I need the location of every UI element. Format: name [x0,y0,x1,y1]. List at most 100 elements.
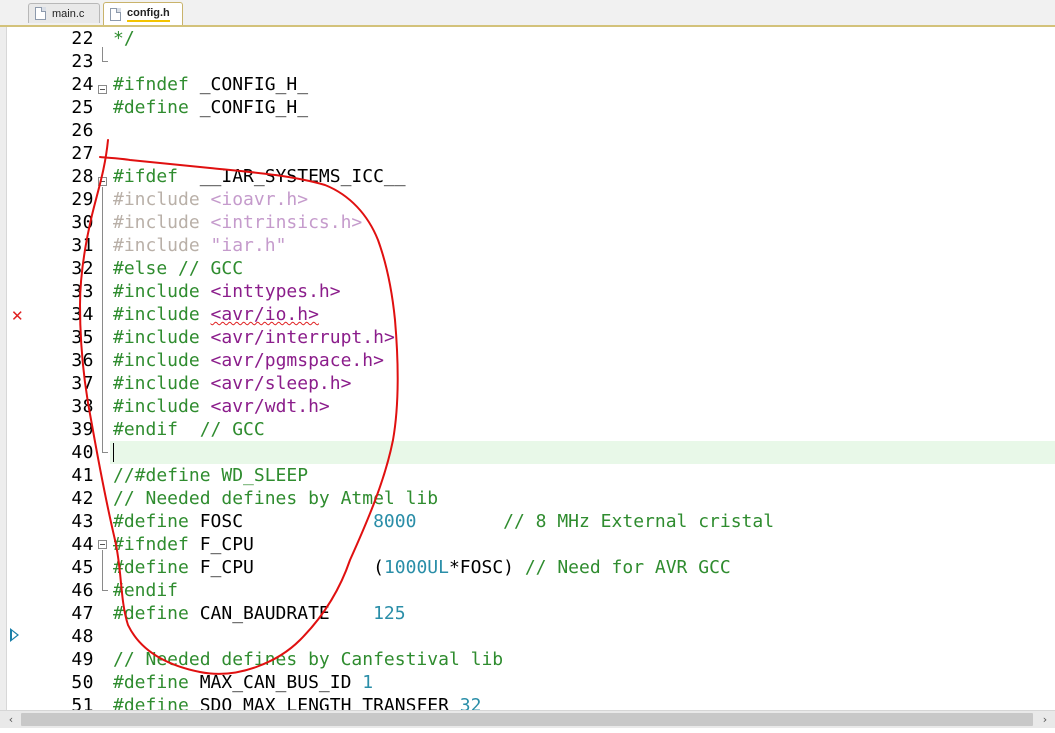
code-line[interactable]: 46 #endif [0,579,1055,602]
code-token: #define [113,672,200,693]
code-text: #define MAX_CAN_BUS_ID 1 [113,671,373,694]
tab-label: config.h [127,7,170,22]
horizontal-scrollbar[interactable]: ‹ › [0,710,1055,728]
code-line[interactable]: 47 #define CAN_BAUDRATE 125 [0,602,1055,625]
code-text: #include <intrinsics.h> [113,211,362,234]
scroll-left-icon[interactable]: ‹ [2,712,20,727]
fold-end [102,61,108,62]
line-number: 43 [71,511,94,532]
code-token: 8000 [373,511,417,532]
code-line[interactable]: 51 #define SDO_MAX_LENGTH_TRANSFER 32 [0,694,1055,710]
code-text: #define F_CPU (1000UL*FOSC) // Need for … [113,556,731,579]
code-token: #else [113,258,168,279]
line-number: 51 [71,695,94,710]
fold-toggle-icon[interactable] [98,85,107,94]
code-token: #define [113,695,200,710]
code-line[interactable]: 26 [0,119,1055,142]
fold-end [102,590,108,591]
code-text: #define FOSC 8000 // 8 MHz External cris… [113,510,774,533]
code-line[interactable]: 49 // Needed defines by Canfestival lib [0,648,1055,671]
line-number: 50 [71,672,94,693]
code-token: //#define WD_SLEEP [113,465,309,486]
code-token: F_CPU ( [199,557,384,578]
code-text: #include "iar.h" [113,234,286,257]
code-line[interactable]: 25 #define _CONFIG_H_ [0,96,1055,119]
code-line[interactable]: 50 #define MAX_CAN_BUS_ID 1 [0,671,1055,694]
fold-guide [102,187,103,452]
scroll-thumb[interactable] [21,713,1033,726]
code-line[interactable]: 22 */ [0,27,1055,50]
code-token: #include [113,327,211,348]
code-token: <ioavr.h> [210,189,309,210]
code-line[interactable]: 38 #include <avr/wdt.h> [0,395,1055,418]
line-number: 48 [71,626,94,647]
code-token: _CONFIG_H_ [199,97,309,118]
code-token: <avr/io.h> [210,304,319,325]
code-line[interactable]: 40 [0,441,1055,464]
code-token: #include [113,235,211,256]
line-number: 39 [71,419,94,440]
code-token: #include [113,396,211,417]
code-token: FOSC [199,511,374,532]
code-line[interactable]: 33 #include <inttypes.h> [0,280,1055,303]
code-line[interactable]: 32 #else // GCC [0,257,1055,280]
code-token: __IAR_SYSTEMS_ICC__ [188,166,406,187]
tab-config-h[interactable]: config.h [103,2,183,26]
code-text: #include <avr/interrupt.h> [113,326,395,349]
fold-toggle-icon[interactable] [98,540,107,549]
line-number: 26 [71,120,94,141]
line-number: 44 [71,534,94,555]
code-line[interactable]: 23 [0,50,1055,73]
code-line[interactable]: 34 #include <avr/io.h> [0,303,1055,326]
fold-toggle-icon[interactable] [98,177,107,186]
code-text: #define SDO_MAX_LENGTH_TRANSFER 32 [113,694,481,710]
code-line[interactable]: 36 #include <avr/pgmspace.h> [0,349,1055,372]
line-number: 25 [71,97,94,118]
code-line[interactable]: 44 #ifndef F_CPU [0,533,1055,556]
line-number: 41 [71,465,94,486]
code-token: #define [113,97,200,118]
code-token: 32 [459,695,482,710]
code-line[interactable]: 37 #include <avr/sleep.h> [0,372,1055,395]
line-number: 40 [71,442,94,463]
code-text: #define CAN_BAUDRATE 125 [113,602,406,625]
line-number: 28 [71,166,94,187]
code-line[interactable]: 43 #define FOSC 8000 // 8 MHz External cr… [0,510,1055,533]
line-number: 35 [71,327,94,348]
code-line[interactable]: 27 [0,142,1055,165]
text-caret [113,443,114,462]
code-line[interactable]: 42 // Needed defines by Atmel lib [0,487,1055,510]
scroll-right-icon[interactable]: › [1036,712,1054,727]
code-line[interactable]: 31 #include "iar.h" [0,234,1055,257]
code-editor[interactable]: 22 */ 23 24 #ifndef _CONFIG_H_ 25 #define _CON… [0,27,1055,710]
line-number: 22 [71,28,94,49]
code-line[interactable]: 28 #ifdef __IAR_SYSTEMS_ICC__ [0,165,1055,188]
tab-main-c[interactable]: main.c [28,3,100,23]
bookmark-arrow-icon[interactable] [10,628,19,642]
line-number: 38 [71,396,94,417]
code-token: _CONFIG_H_ [199,74,309,95]
code-line[interactable]: 39 #endif // GCC [0,418,1055,441]
code-line[interactable]: 41 //#define WD_SLEEP [0,464,1055,487]
code-line[interactable]: 24 #ifndef _CONFIG_H_ [0,73,1055,96]
line-number: 31 [71,235,94,256]
code-token: <avr/pgmspace.h> [210,350,384,371]
code-token: // GCC [167,258,244,279]
code-line[interactable]: 35 #include <avr/interrupt.h> [0,326,1055,349]
code-line[interactable]: 48 [0,625,1055,648]
file-c-icon [35,7,46,20]
line-number: 37 [71,373,94,394]
line-number: 45 [71,557,94,578]
code-text: */ [113,27,135,50]
code-line[interactable]: 45 #define F_CPU (1000UL*FOSC) // Need fo… [0,556,1055,579]
line-number: 46 [71,580,94,601]
code-text: #endif [113,579,178,602]
code-token: // Need for AVR GCC [514,557,731,578]
code-line[interactable]: 30 #include <intrinsics.h> [0,211,1055,234]
code-token: #ifndef [113,534,200,555]
code-text: #include <inttypes.h> [113,280,341,303]
error-x-icon[interactable]: ✕ [11,309,25,324]
code-line[interactable]: 29 #include <ioavr.h> [0,188,1055,211]
code-token: #ifndef [113,74,200,95]
line-number: 34 [71,304,94,325]
